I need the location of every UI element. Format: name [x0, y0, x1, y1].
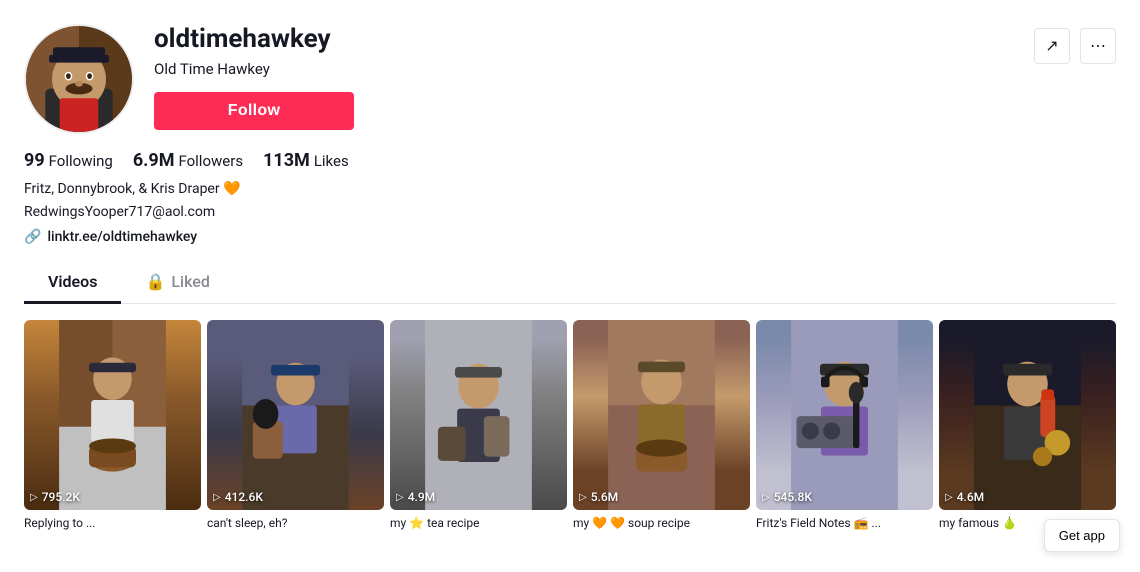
videos-grid: ▷ 795.2K Replying to ... ▷ 412.6K can't slee… — [0, 304, 1140, 548]
play-icon: ▷ — [579, 492, 587, 503]
video-thumb-4: ▷ 5.6M — [573, 320, 750, 510]
video-item[interactable]: ▷ 5.6M my 🧡 🧡 soup recipe — [573, 320, 750, 532]
play-icon: ▷ — [213, 492, 221, 503]
video-caption: my ⭐ tea recipe — [390, 515, 567, 532]
follow-button[interactable]: Follow — [154, 92, 354, 130]
profile-top-row: oldtimehawkey Old Time Hawkey Follow ↗ ⋯ — [24, 24, 1116, 150]
video-caption: Replying to ... — [24, 515, 201, 532]
link-icon: 🔗 — [24, 229, 41, 245]
video-views-overlay: ▷ 412.6K — [213, 490, 263, 504]
likes-label: Likes — [314, 152, 349, 170]
more-button[interactable]: ⋯ — [1080, 28, 1116, 64]
header-actions: ↗ ⋯ — [1034, 28, 1116, 64]
view-count: 412.6K — [225, 490, 263, 504]
video-thumb-3: ▷ 4.9M — [390, 320, 567, 510]
video-views-overlay: ▷ 4.6M — [945, 490, 984, 504]
profile-link[interactable]: linktr.ee/oldtimehawkey — [47, 229, 197, 245]
bio-line-1: Fritz, Donnybrook, & Kris Draper 🧡 — [24, 179, 1116, 200]
tab-videos[interactable]: Videos — [24, 262, 121, 304]
view-count: 4.9M — [408, 490, 435, 504]
play-icon: ▷ — [762, 492, 770, 503]
video-thumb-1: ▷ 795.2K — [24, 320, 201, 510]
likes-count: 113M — [263, 150, 310, 171]
profile-header: oldtimehawkey Old Time Hawkey Follow — [24, 24, 354, 134]
bio-line-2: RedwingsYooper717@aol.com — [24, 202, 1116, 223]
more-icon: ⋯ — [1090, 36, 1106, 56]
video-thumb-2: ▷ 412.6K — [207, 320, 384, 510]
get-app-button[interactable]: Get app — [1044, 519, 1120, 552]
video-caption: can't sleep, eh? — [207, 515, 384, 532]
display-name: Old Time Hawkey — [154, 59, 354, 80]
share-icon: ↗ — [1045, 36, 1058, 56]
avatar — [24, 24, 134, 134]
following-stat[interactable]: 99 Following — [24, 150, 113, 171]
share-button[interactable]: ↗ — [1034, 28, 1070, 64]
video-item[interactable]: ▷ 795.2K Replying to ... — [24, 320, 201, 532]
view-count: 545.8K — [774, 490, 812, 504]
video-thumb-5: ▷ 545.8K — [756, 320, 933, 510]
followers-label: Followers — [178, 152, 243, 170]
video-views-overlay: ▷ 795.2K — [30, 490, 80, 504]
video-item[interactable]: ▷ 4.9M my ⭐ tea recipe — [390, 320, 567, 532]
view-count: 5.6M — [591, 490, 618, 504]
video-caption: my 🧡 🧡 soup recipe — [573, 515, 750, 532]
followers-count: 6.9M — [133, 150, 175, 171]
following-label: Following — [49, 152, 113, 170]
profile-info: oldtimehawkey Old Time Hawkey Follow — [154, 24, 354, 130]
play-icon: ▷ — [396, 492, 404, 503]
stats-row: 99 Following 6.9M Followers 113M Likes — [24, 150, 1116, 171]
view-count: 4.6M — [957, 490, 984, 504]
video-item[interactable]: ▷ 412.6K can't sleep, eh? — [207, 320, 384, 532]
video-item[interactable]: ▷ 545.8K Fritz's Field Notes 📻 ... — [756, 320, 933, 532]
tab-liked[interactable]: 🔒 Liked — [121, 262, 233, 304]
lock-icon: 🔒 — [145, 272, 165, 291]
profile-section: oldtimehawkey Old Time Hawkey Follow ↗ ⋯… — [0, 0, 1140, 304]
following-count: 99 — [24, 150, 45, 171]
video-views-overlay: ▷ 545.8K — [762, 490, 812, 504]
profile-link-row: 🔗 linktr.ee/oldtimehawkey — [24, 229, 1116, 245]
play-icon: ▷ — [945, 492, 953, 503]
tab-videos-label: Videos — [48, 272, 97, 291]
video-caption: Fritz's Field Notes 📻 ... — [756, 515, 933, 532]
tabs-row: Videos 🔒 Liked — [24, 261, 1116, 304]
likes-stat[interactable]: 113M Likes — [263, 150, 349, 171]
view-count: 795.2K — [42, 490, 80, 504]
video-thumb-6: ▷ 4.6M — [939, 320, 1116, 510]
followers-stat[interactable]: 6.9M Followers — [133, 150, 243, 171]
play-icon: ▷ — [30, 492, 38, 503]
video-views-overlay: ▷ 4.9M — [396, 490, 435, 504]
video-item[interactable]: ▷4.6Mmy famous 🍐 — [939, 320, 1116, 532]
video-views-overlay: ▷ 5.6M — [579, 490, 618, 504]
username: oldtimehawkey — [154, 24, 354, 55]
tab-liked-label: Liked — [171, 272, 210, 291]
